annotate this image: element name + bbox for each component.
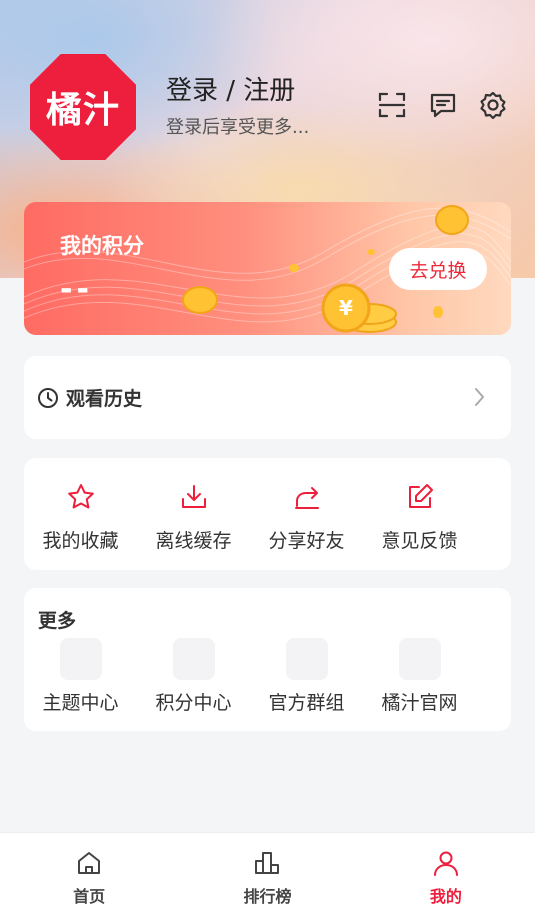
download-icon xyxy=(181,485,206,508)
tab-mine-label: 我的 xyxy=(429,887,462,906)
tab-mine[interactable]: 我的 xyxy=(357,833,535,915)
quick-actions-card: 我的收藏 离线缓存 分享好友 意见反馈 xyxy=(24,458,511,570)
feedback-button[interactable]: 意见反馈 xyxy=(363,482,476,553)
redeem-button[interactable]: 去兑换 xyxy=(389,248,487,290)
app-logo-text: 橘汁 xyxy=(45,90,120,131)
message-icon[interactable] xyxy=(426,88,460,122)
feedback-label: 意见反馈 xyxy=(381,530,458,552)
favorites-button[interactable]: 我的收藏 xyxy=(24,482,137,553)
offline-cache-button[interactable]: 离线缓存 xyxy=(137,482,250,553)
official-group-button[interactable]: 官方群组 xyxy=(250,638,363,715)
ranking-icon xyxy=(255,852,280,874)
theme-center-icon xyxy=(59,638,102,680)
watch-history-label: 观看历史 xyxy=(66,388,143,410)
official-website-label: 橘汁官网 xyxy=(381,692,458,714)
chevron-right-icon xyxy=(475,388,484,406)
official-group-label: 官方群组 xyxy=(268,692,345,714)
official-website-icon xyxy=(398,638,441,680)
share-friends-label: 分享好友 xyxy=(268,530,345,552)
bottom-tab-bar: 首页 排行榜 我的 xyxy=(0,832,535,915)
theme-center-label: 主题中心 xyxy=(42,692,119,714)
points-center-button[interactable]: 积分中心 xyxy=(137,638,250,715)
scan-icon[interactable] xyxy=(375,88,409,122)
home-icon xyxy=(78,852,101,874)
points-center-label: 积分中心 xyxy=(155,692,232,714)
tab-ranking[interactable]: 排行榜 xyxy=(178,833,356,915)
tab-ranking-label: 排行榜 xyxy=(243,887,292,906)
app-logo[interactable]: 橘汁 xyxy=(30,54,136,160)
points-center-icon xyxy=(172,638,215,680)
more-card: 更多 主题中心 积分中心 官方群组 橘汁官网 xyxy=(24,588,511,731)
points-value: -- xyxy=(60,272,93,307)
feedback-edit-icon xyxy=(408,484,433,508)
tab-home-label: 首页 xyxy=(73,887,106,906)
theme-center-button[interactable]: 主题中心 xyxy=(24,638,137,715)
favorites-label: 我的收藏 xyxy=(42,530,119,552)
offline-cache-label: 离线缓存 xyxy=(155,530,232,552)
official-website-button[interactable]: 橘汁官网 xyxy=(363,638,476,715)
login-subtitle: 登录后享受更多... xyxy=(166,117,310,138)
watch-history-row[interactable]: 观看历史 xyxy=(24,356,511,439)
official-group-icon xyxy=(285,638,328,680)
share-icon xyxy=(294,487,319,509)
star-icon xyxy=(67,484,94,509)
clock-icon xyxy=(38,388,58,408)
points-card: ¥ 我的积分 -- 去兑换 xyxy=(24,202,511,335)
login-register-link[interactable]: 登录 / 注册 xyxy=(166,70,295,107)
user-icon xyxy=(433,851,458,876)
points-title: 我的积分 xyxy=(60,234,144,258)
tab-home[interactable]: 首页 xyxy=(0,833,178,915)
settings-icon[interactable] xyxy=(476,88,510,122)
share-friends-button[interactable]: 分享好友 xyxy=(250,482,363,553)
more-title: 更多 xyxy=(38,610,77,632)
svg-text:¥: ¥ xyxy=(339,296,353,320)
